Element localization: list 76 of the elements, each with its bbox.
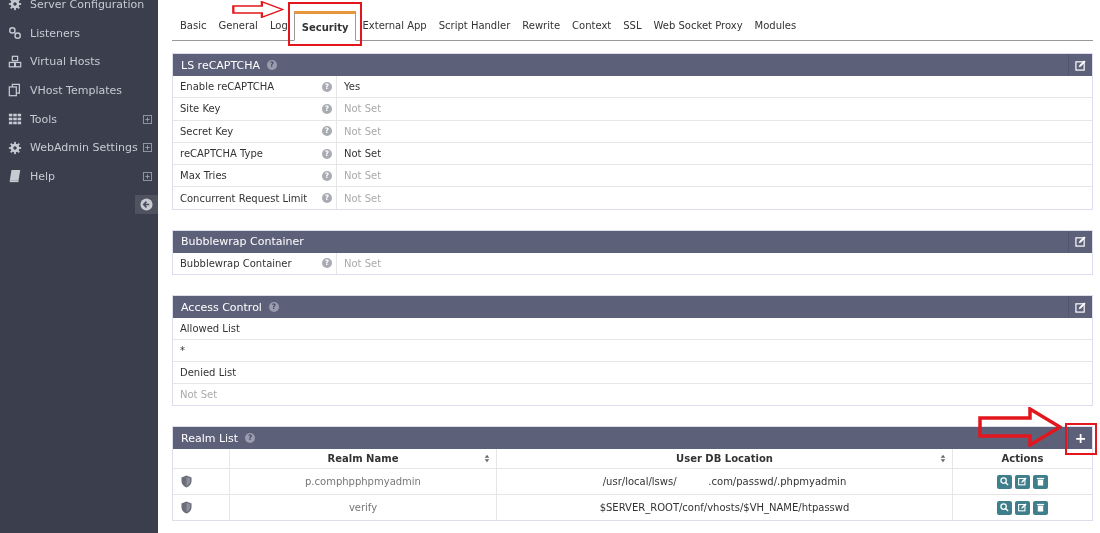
tab[interactable]: External App (356, 20, 433, 40)
edit-icon (1018, 477, 1027, 487)
column-header[interactable]: Realm Name (327, 453, 399, 465)
tab[interactable]: General (212, 20, 264, 40)
field-label: Secret Key (180, 125, 234, 137)
delete-button[interactable] (1033, 474, 1048, 489)
zoom-icon (1000, 477, 1009, 487)
edit-icon (1075, 59, 1086, 71)
list-text: Denied List (180, 367, 237, 379)
link-icon (8, 26, 22, 41)
tab[interactable]: Context (566, 20, 618, 40)
field-label: Bubblewrap Container (180, 257, 292, 269)
annotation-arrow (231, 1, 284, 18)
field-label: Concurrent Request Limit (180, 192, 308, 204)
section-title: Access Control (180, 300, 262, 314)
cubes-icon (8, 54, 22, 69)
tab[interactable]: Modules (748, 20, 803, 40)
field-value: Not Set (344, 257, 382, 269)
sidebar-item[interactable]: Virtual Hosts (0, 47, 158, 77)
grid-icon (8, 112, 22, 127)
field-label: Max Tries (180, 170, 227, 182)
collapse-button[interactable] (135, 194, 158, 214)
trash-icon (1036, 503, 1045, 513)
sidebar-item[interactable]: Help (0, 162, 158, 191)
expand-icon[interactable] (143, 143, 152, 153)
expand-icon[interactable] (143, 171, 152, 181)
shield-icon (181, 501, 192, 515)
field-label: Enable reCAPTCHA (180, 81, 274, 93)
book-icon (8, 169, 22, 184)
sidebar-item[interactable]: Tools (0, 104, 158, 134)
tab[interactable]: SSL (617, 20, 648, 40)
table-cell: p.comphpphpmyadmin (305, 476, 421, 488)
tab[interactable]: Script Handler (432, 20, 517, 40)
field-value: Yes (344, 81, 361, 93)
trash-icon (1036, 477, 1045, 487)
edit-button[interactable] (1015, 474, 1030, 489)
sort-icon[interactable] (940, 454, 946, 464)
table-cell: /usr/local/lsws/ .com/passwd/.phpmyadmin (602, 476, 847, 488)
field-value: Not Set (344, 103, 382, 115)
field-value: Not Set (344, 148, 382, 160)
column-header[interactable]: User DB Location (676, 453, 773, 465)
section-title: Bubblewrap Container (180, 235, 304, 249)
edit-icon (1075, 236, 1086, 248)
view-button[interactable] (997, 474, 1012, 489)
sidebar-item[interactable]: WebAdmin Settings (0, 133, 158, 163)
table-cell: $SERVER_ROOT/conf/vhosts/$VH_NAME/htpasswd (599, 502, 850, 514)
sidebar-item[interactable]: VHost Templates (0, 76, 158, 105)
sort-icon[interactable] (484, 454, 490, 464)
expand-icon[interactable] (143, 114, 152, 124)
section-title: Realm List (180, 431, 239, 445)
tab[interactable]: Security (293, 11, 357, 41)
zoom-icon (1000, 503, 1009, 513)
list-text: Allowed List (180, 323, 240, 335)
view-button[interactable] (997, 500, 1012, 515)
gear-icon (8, 140, 22, 155)
shield-icon (181, 475, 192, 489)
delete-button[interactable] (1033, 500, 1048, 515)
sidebar-item[interactable]: Listeners (0, 18, 158, 48)
highlight-box (1065, 423, 1097, 455)
tab[interactable]: Rewrite (516, 20, 567, 40)
field-label: reCAPTCHA Type (180, 148, 263, 160)
tab[interactable]: Basic (174, 20, 213, 40)
section-title: LS reCAPTCHA (180, 58, 261, 72)
edit-icon (1075, 301, 1086, 313)
field-value: Not Set (344, 170, 382, 182)
list-text: * (180, 345, 185, 357)
edit-button[interactable] (1015, 500, 1030, 515)
list-text: Not Set (180, 389, 218, 401)
copy-icon (8, 83, 22, 98)
table-cell: verify (348, 502, 378, 514)
edit-icon (1018, 503, 1027, 513)
field-label: Site Key (180, 103, 221, 115)
tab[interactable]: Web Socket Proxy (647, 20, 749, 40)
column-header[interactable]: Actions (1001, 453, 1044, 465)
sidebar-item[interactable]: Server Configuration (0, 0, 158, 19)
tab[interactable]: Log (263, 20, 294, 40)
